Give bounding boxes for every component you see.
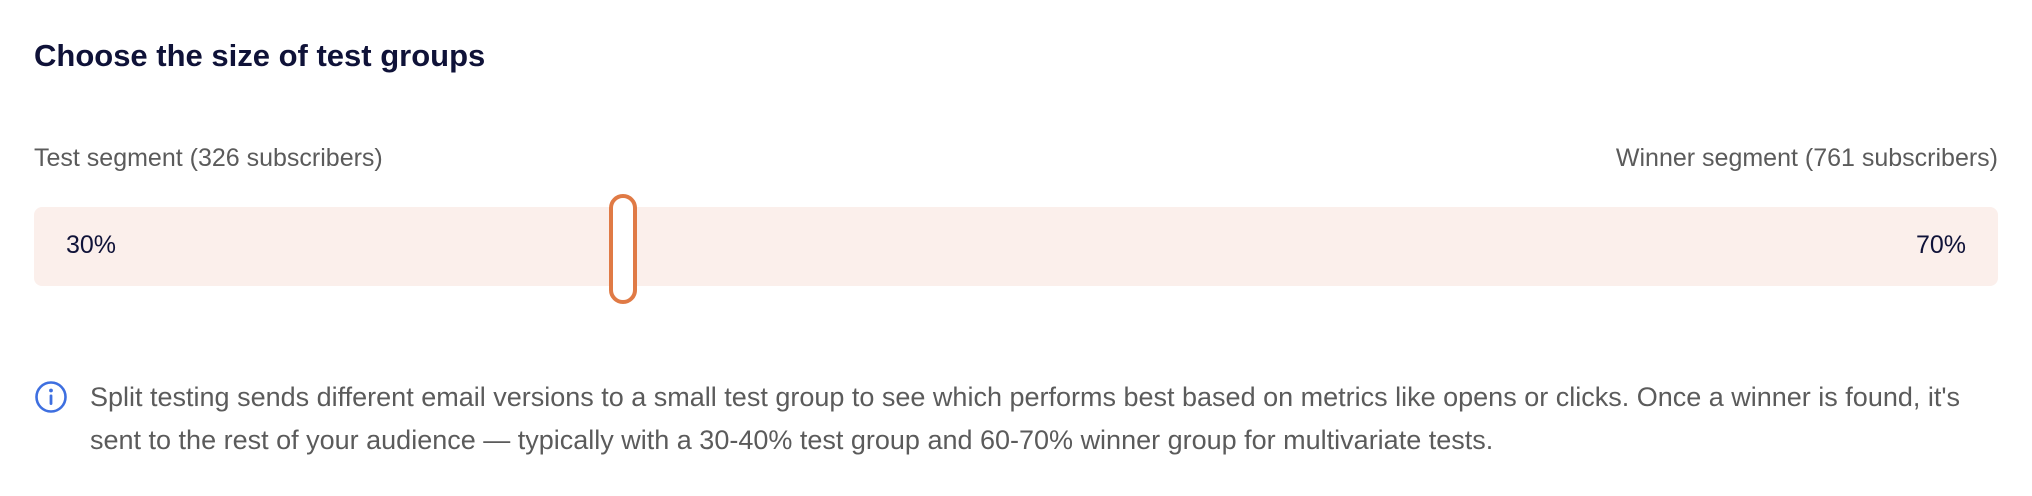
section-title: Choose the size of test groups — [34, 38, 486, 73]
info-icon — [35, 381, 67, 413]
winner-percent-value: 70% — [1915, 231, 1966, 259]
split-testing-info-text: Split testing sends different email vers… — [90, 382, 1961, 455]
test-percent-value: 30% — [66, 231, 117, 259]
split-slider-handle[interactable] — [609, 194, 638, 304]
split-slider-track[interactable] — [34, 207, 1998, 286]
test-segment-label: Test segment (326 subscribers) — [34, 144, 383, 172]
winner-segment-label: Winner segment (761 subscribers) — [1615, 144, 1998, 172]
